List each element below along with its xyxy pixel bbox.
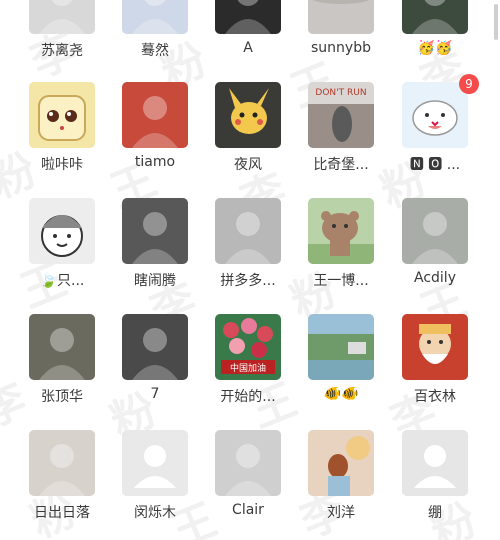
member-item[interactable]: 🥳🥳 — [389, 0, 481, 73]
member-item[interactable]: 王一博... — [295, 198, 387, 303]
member-name: 瞎闹腾 — [134, 273, 176, 289]
member-item[interactable]: 🍃只... — [16, 198, 108, 303]
member-name: 🐠🐠 — [323, 386, 359, 402]
member-name: 刘洋 — [327, 505, 355, 521]
member-item[interactable]: 瞎闹腾 — [109, 198, 201, 303]
member-name: 蓦然 — [141, 43, 169, 59]
member-item[interactable]: 百衣林 — [389, 314, 481, 419]
toast-cartoon-icon[interactable] — [29, 82, 95, 148]
member-item[interactable]: A — [202, 0, 294, 73]
svg-text:DON'T RUN: DON'T RUN — [315, 88, 366, 98]
dont-run-icon[interactable]: DON'T RUN — [308, 82, 374, 148]
member-name: 王一博... — [313, 273, 369, 289]
landscape-icon[interactable] — [308, 0, 374, 34]
member-name: 夜风 — [234, 157, 262, 173]
member-item[interactable]: 张顶华 — [16, 314, 108, 419]
member-item[interactable]: 绷 — [389, 430, 481, 535]
member-item[interactable]: 7 — [109, 314, 201, 419]
member-item[interactable]: 蓦然 — [109, 0, 201, 73]
member-name: 🥳🥳 — [417, 40, 453, 56]
girl-red-photo-icon[interactable] — [122, 82, 188, 148]
member-item[interactable]: Acdily — [389, 198, 481, 303]
member-item[interactable]: tiamo — [109, 82, 201, 187]
member-name: 绷 — [428, 505, 442, 521]
member-name: 7 — [150, 386, 160, 402]
member-name: 比奇堡... — [313, 157, 369, 173]
member-name: 日出日落 — [34, 505, 90, 521]
member-item[interactable]: 中国加油开始的... — [202, 314, 294, 419]
pastel-photo-icon[interactable] — [308, 430, 374, 496]
member-name: 苏离尧 — [41, 43, 83, 59]
member-item[interactable]: sunnybb — [295, 0, 387, 73]
member-name: 张顶华 — [41, 389, 83, 405]
member-item[interactable]: 拼多多... — [202, 198, 294, 303]
bear-cartoon-icon[interactable] — [308, 198, 374, 264]
woman-portrait-icon[interactable] — [29, 430, 95, 496]
girl-cartoon-icon[interactable] — [122, 0, 188, 34]
flowers-icon[interactable]: 中国加油 — [215, 314, 281, 380]
member-item[interactable]: DON'T RUN 比奇堡... — [295, 82, 387, 187]
lying-photo-icon[interactable] — [29, 314, 95, 380]
member-item[interactable]: 刘洋 — [295, 430, 387, 535]
garden-photo-icon[interactable] — [308, 314, 374, 380]
member-name: Clair — [232, 502, 264, 518]
member-name: 啦咔咔 — [41, 157, 83, 173]
man-photo-icon[interactable] — [215, 0, 281, 34]
member-item[interactable]: 啦咔咔 — [16, 82, 108, 187]
member-name: 拼多多... — [220, 273, 276, 289]
pikachu-icon[interactable] — [215, 82, 281, 148]
member-name: 百衣林 — [414, 389, 456, 405]
default-avatar-icon[interactable] — [402, 430, 468, 496]
member-name: A — [243, 40, 253, 56]
member-item[interactable]: 9 🅽 🅾 ... — [389, 74, 481, 187]
back-photo-icon[interactable] — [215, 198, 281, 264]
member-name: Acdily — [414, 270, 456, 286]
member-item[interactable]: 苏离尧 — [16, 0, 108, 73]
member-grid: 苏离尧 蓦然 A sunnybb 🥳🥳 啦咔咔 tiamo 夜风 DON'T R… — [0, 0, 500, 540]
member-item[interactable]: 闵烁木 — [109, 430, 201, 535]
person-photo-icon[interactable] — [29, 0, 95, 34]
member-item[interactable]: Clair — [202, 430, 294, 535]
member-name: tiamo — [134, 154, 176, 170]
default-avatar-icon[interactable] — [122, 430, 188, 496]
member-name: sunnybb — [311, 40, 371, 56]
cartoon-kid-icon[interactable] — [29, 198, 95, 264]
bw-photo-icon[interactable] — [215, 430, 281, 496]
member-name: 闵烁木 — [134, 505, 176, 521]
member-name: 🍃只... — [39, 273, 85, 289]
fitness-photo-icon[interactable] — [122, 198, 188, 264]
member-name: 🅽 🅾 ... — [409, 157, 461, 173]
member-item[interactable]: 夜风 — [202, 82, 294, 187]
member-item[interactable]: 日出日落 — [16, 430, 108, 535]
dark-photo-icon[interactable] — [402, 0, 468, 34]
hoodie-photo-icon[interactable] — [122, 314, 188, 380]
device-photo-icon[interactable] — [402, 198, 468, 264]
svg-text:中国加油: 中国加油 — [230, 362, 266, 374]
member-item[interactable]: 🐠🐠 — [295, 314, 387, 419]
god-painting-icon[interactable] — [402, 314, 468, 380]
cat-sticker-icon[interactable] — [402, 82, 468, 148]
member-name: 开始的... — [220, 389, 276, 405]
unread-badge: 9 — [459, 74, 479, 94]
scrollbar[interactable] — [494, 4, 498, 40]
